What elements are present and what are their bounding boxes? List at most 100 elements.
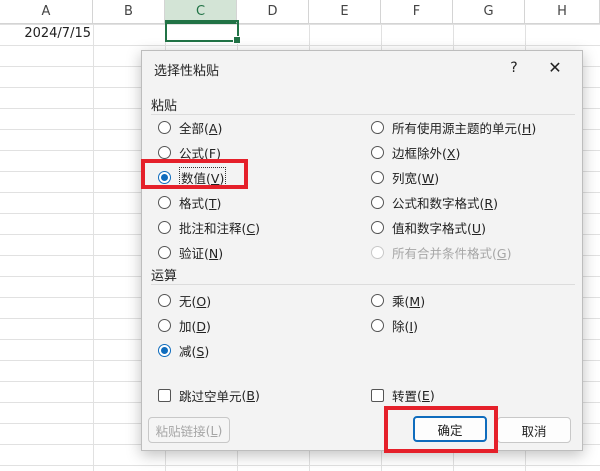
radio-button[interactable] bbox=[158, 343, 171, 357]
col-header-f[interactable]: F bbox=[381, 0, 453, 24]
accelerator-key: E bbox=[421, 387, 430, 403]
accelerator-key: D bbox=[196, 318, 207, 334]
option-text: 验证(N) bbox=[179, 245, 224, 261]
transpose-checkbox[interactable]: 转置(E) bbox=[371, 385, 435, 405]
paste-option-n[interactable]: 验证(N) bbox=[158, 242, 223, 262]
accelerator-key: R bbox=[484, 195, 494, 211]
option-label: 无 bbox=[179, 293, 192, 309]
option-text: 无(O) bbox=[179, 293, 212, 309]
paste-option-t[interactable]: 格式(T) bbox=[158, 192, 221, 212]
operation-option-d[interactable]: 加(D) bbox=[158, 315, 211, 335]
radio-button[interactable] bbox=[158, 145, 171, 159]
accelerator-key: H bbox=[521, 120, 532, 136]
checkbox-box[interactable] bbox=[371, 388, 384, 402]
radio-button[interactable] bbox=[371, 293, 384, 307]
accelerator-key: G bbox=[496, 245, 507, 261]
option-label: 公式 bbox=[179, 145, 205, 161]
operation-option-m[interactable]: 乘(M) bbox=[371, 290, 425, 310]
option-text: 公式(F) bbox=[179, 145, 221, 161]
option-text: 值和数字格式(U) bbox=[392, 220, 486, 236]
paste-link-label: 粘贴链接 bbox=[155, 423, 206, 439]
accelerator-key: M bbox=[409, 293, 421, 309]
radio-button[interactable] bbox=[371, 318, 384, 332]
transpose-label: 转置 bbox=[392, 388, 418, 404]
paste-option-a[interactable]: 全部(A) bbox=[158, 117, 222, 137]
radio-button[interactable] bbox=[371, 220, 384, 234]
dialog-title: 选择性粘贴 bbox=[154, 64, 220, 79]
option-text: 数值(V) bbox=[179, 166, 227, 188]
active-cell-c1[interactable] bbox=[165, 20, 241, 44]
operation-section-label: 运算 bbox=[151, 269, 178, 284]
paste-option-w[interactable]: 列宽(W) bbox=[371, 167, 439, 187]
cell-a1[interactable]: 2024/7/15 bbox=[0, 24, 93, 44]
radio-button[interactable] bbox=[371, 145, 384, 159]
option-text: 格式(T) bbox=[179, 195, 222, 211]
option-text: 公式和数字格式(R) bbox=[392, 195, 498, 211]
option-text: 全部(A) bbox=[179, 120, 223, 136]
paste-option-c[interactable]: 批注和注释(C) bbox=[158, 217, 260, 237]
option-label: 加 bbox=[179, 318, 192, 334]
operation-option-i[interactable]: 除(I) bbox=[371, 315, 418, 335]
option-text: 乘(M) bbox=[392, 293, 426, 309]
col-header-e[interactable]: E bbox=[309, 0, 381, 24]
option-label: 格式 bbox=[179, 195, 205, 211]
radio-button[interactable] bbox=[158, 245, 171, 259]
radio-button[interactable] bbox=[371, 120, 384, 134]
option-text: 减(S) bbox=[179, 343, 210, 359]
option-label: 乘 bbox=[392, 293, 405, 309]
accelerator-key: F bbox=[208, 145, 217, 161]
divider bbox=[151, 284, 575, 285]
col-header-a[interactable]: A bbox=[0, 0, 93, 24]
col-header-h[interactable]: H bbox=[525, 0, 600, 24]
paste-option-x[interactable]: 边框除外(X) bbox=[371, 142, 460, 162]
col-line bbox=[93, 24, 94, 471]
divider bbox=[151, 114, 575, 115]
accelerator-key: O bbox=[196, 293, 207, 309]
option-label: 值和数字格式 bbox=[392, 220, 468, 236]
option-text: 所有使用源主题的单元(H) bbox=[392, 120, 537, 136]
radio-button[interactable] bbox=[371, 195, 384, 209]
col-header-g[interactable]: G bbox=[453, 0, 525, 24]
col-header-d[interactable]: D bbox=[237, 0, 309, 24]
accelerator-key: V bbox=[210, 170, 220, 186]
accelerator-key: B bbox=[246, 387, 255, 403]
accelerator-key: A bbox=[208, 120, 218, 136]
accelerator-key: T bbox=[208, 195, 217, 211]
option-label: 除 bbox=[392, 318, 405, 334]
accelerator-key: N bbox=[208, 245, 219, 261]
paste-option-h[interactable]: 所有使用源主题的单元(H) bbox=[371, 117, 536, 137]
accelerator-key: W bbox=[421, 170, 435, 186]
close-icon[interactable]: ✕ bbox=[542, 57, 568, 79]
radio-button[interactable] bbox=[158, 293, 171, 307]
paste-special-dialog: 选择性粘贴 ? ✕ 粘贴 全部(A) 公式(F) 数值(V) 格式(T) 批注和注释(C… bbox=[141, 50, 583, 451]
radio-button[interactable] bbox=[158, 195, 171, 209]
radio-button[interactable] bbox=[158, 318, 171, 332]
cancel-button[interactable]: 取消 bbox=[497, 417, 571, 443]
radio-button[interactable] bbox=[158, 120, 171, 134]
help-icon[interactable]: ? bbox=[502, 57, 526, 79]
radio-button[interactable] bbox=[371, 170, 384, 184]
option-text: 除(I) bbox=[392, 318, 418, 334]
ok-button[interactable]: 确定 bbox=[413, 416, 487, 442]
option-label: 公式和数字格式 bbox=[392, 195, 480, 211]
radio-button[interactable] bbox=[158, 220, 171, 234]
col-header-b[interactable]: B bbox=[93, 0, 165, 24]
operation-option-o[interactable]: 无(O) bbox=[158, 290, 211, 310]
option-label: 边框除外 bbox=[392, 145, 443, 161]
paste-option-v[interactable]: 数值(V) bbox=[158, 166, 227, 188]
radio-button bbox=[371, 245, 384, 259]
option-label: 全部 bbox=[179, 120, 205, 136]
paste-option-r[interactable]: 公式和数字格式(R) bbox=[371, 192, 498, 212]
paste-option-f[interactable]: 公式(F) bbox=[158, 142, 221, 162]
paste-option-u[interactable]: 值和数字格式(U) bbox=[371, 217, 486, 237]
operation-option-s[interactable]: 减(S) bbox=[158, 340, 209, 360]
paste-link-button[interactable]: 粘贴链接(L) bbox=[148, 417, 230, 443]
option-label: 列宽 bbox=[392, 170, 418, 186]
option-text: 加(D) bbox=[179, 318, 211, 334]
checkbox-box[interactable] bbox=[158, 388, 171, 402]
accelerator-key: S bbox=[196, 343, 205, 359]
radio-button[interactable] bbox=[158, 170, 171, 184]
option-label: 批注和注释 bbox=[179, 220, 242, 236]
option-text: 批注和注释(C) bbox=[179, 220, 261, 236]
skip-blanks-checkbox[interactable]: 跳过空单元(B) bbox=[158, 385, 260, 405]
